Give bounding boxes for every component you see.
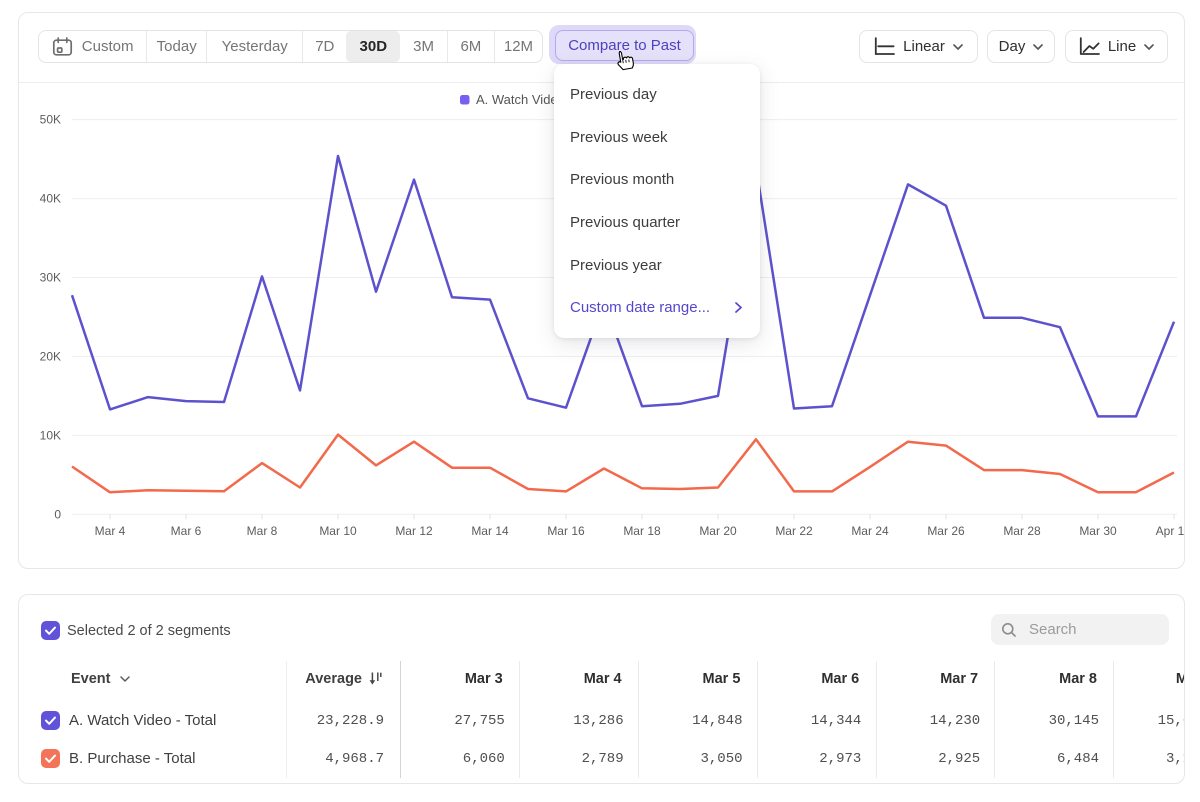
- svg-text:Mar 28: Mar 28: [1003, 524, 1041, 538]
- svg-text:Mar 30: Mar 30: [1079, 524, 1117, 538]
- svg-text:Mar 4: Mar 4: [95, 524, 126, 538]
- svg-text:Mar 18: Mar 18: [623, 524, 661, 538]
- svg-text:Mar 20: Mar 20: [699, 524, 737, 538]
- svg-text:0: 0: [54, 507, 61, 521]
- svg-text:50K: 50K: [40, 113, 61, 127]
- svg-text:30K: 30K: [40, 271, 61, 285]
- svg-text:Apr 1: Apr 1: [1156, 524, 1185, 538]
- svg-text:40K: 40K: [40, 192, 61, 206]
- svg-text:Mar 8: Mar 8: [247, 524, 278, 538]
- svg-text:Mar 12: Mar 12: [395, 524, 433, 538]
- svg-text:Mar 6: Mar 6: [171, 524, 202, 538]
- svg-text:10K: 10K: [40, 428, 61, 442]
- svg-text:Mar 10: Mar 10: [319, 524, 357, 538]
- svg-text:Mar 26: Mar 26: [927, 524, 965, 538]
- svg-text:Mar 24: Mar 24: [851, 524, 889, 538]
- svg-text:Mar 14: Mar 14: [471, 524, 509, 538]
- svg-text:Mar 22: Mar 22: [775, 524, 813, 538]
- svg-text:20K: 20K: [40, 349, 61, 363]
- svg-text:Mar 16: Mar 16: [547, 524, 585, 538]
